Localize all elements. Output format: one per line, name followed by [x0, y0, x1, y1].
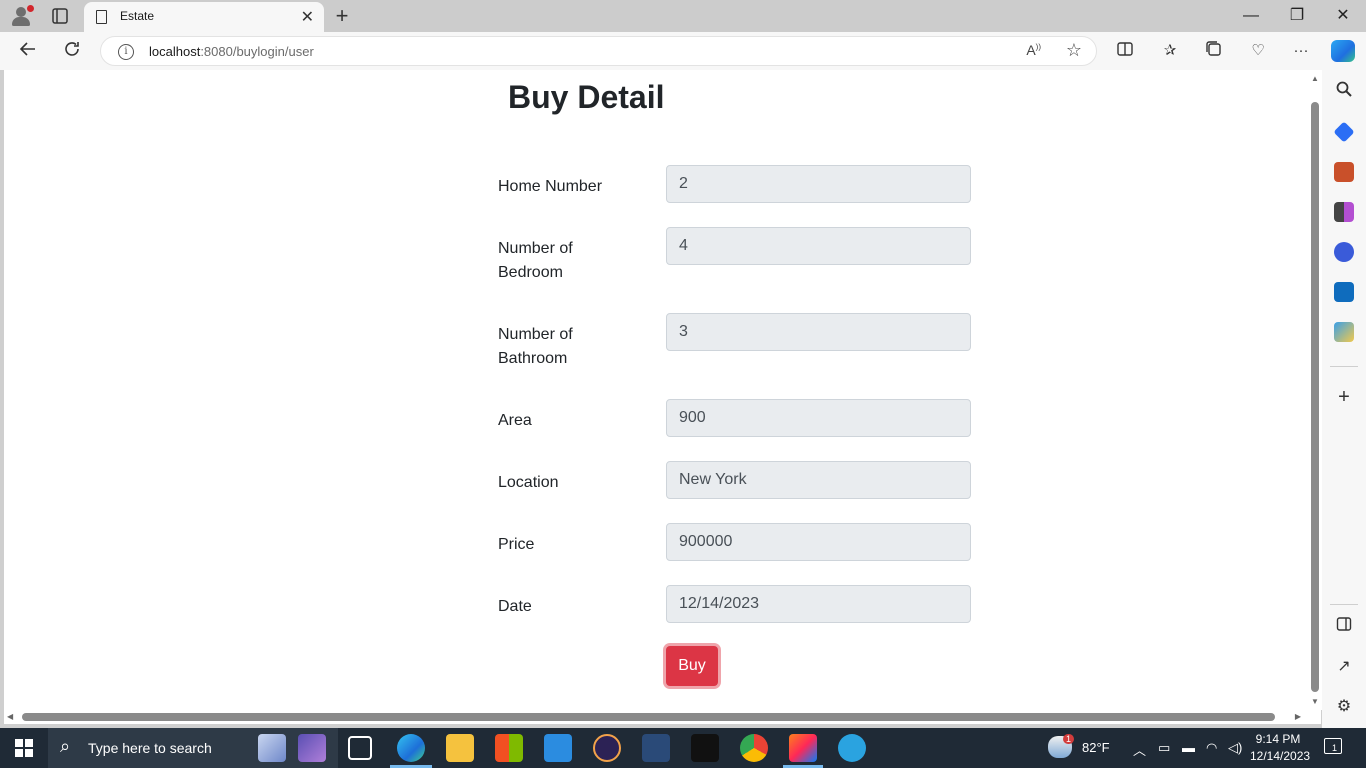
search-highlight-icon[interactable]: [258, 734, 286, 762]
tools-icon[interactable]: [1334, 162, 1354, 182]
chrome-icon[interactable]: [740, 734, 768, 762]
refresh-icon[interactable]: [60, 39, 84, 63]
site-info-icon[interactable]: i: [118, 44, 134, 60]
bathroom-label: Number of Bathroom: [498, 326, 573, 367]
profile-icon[interactable]: [10, 5, 34, 27]
search-icon[interactable]: [1334, 80, 1354, 103]
windows-start-icon[interactable]: [15, 739, 33, 757]
outlook-icon[interactable]: [1334, 282, 1354, 302]
minimize-icon[interactable]: —: [1228, 0, 1274, 32]
battery-icon[interactable]: ▬: [1182, 740, 1195, 755]
clock-date: 12/14/2023: [1250, 749, 1311, 763]
location-label: Location: [498, 474, 559, 491]
vs-code-icon[interactable]: [642, 734, 670, 762]
notification-count: 1: [1332, 743, 1338, 753]
new-tab-icon[interactable]: +: [330, 3, 354, 29]
url-text[interactable]: localhost:8080/buylogin/user: [149, 44, 314, 59]
mail-icon[interactable]: [544, 734, 572, 762]
date-field[interactable]: 12/14/2023: [666, 585, 971, 623]
browser-toolbar: i localhost:8080/buylogin/user A)) ☆ ✰ ♡…: [0, 32, 1366, 70]
close-window-icon[interactable]: ✕: [1320, 0, 1366, 32]
vertical-scroll-thumb[interactable]: [1311, 102, 1319, 692]
favorites-icon[interactable]: ✰: [1159, 40, 1181, 62]
browser-title-bar: Estate ✕ + — ❐ ✕: [0, 0, 1366, 32]
add-icon[interactable]: +: [1334, 386, 1354, 409]
taskbar-search-placeholder: Type here to search: [88, 740, 212, 756]
open-external-icon[interactable]: ↗: [1334, 656, 1354, 676]
scroll-left-icon[interactable]: ◀: [7, 712, 13, 721]
mysql-icon[interactable]: [691, 734, 719, 762]
intellij-icon[interactable]: [789, 734, 817, 762]
eclipse-icon[interactable]: [593, 734, 621, 762]
back-icon[interactable]: [16, 39, 40, 63]
read-aloud-icon[interactable]: A)): [1026, 42, 1041, 58]
tab-estate[interactable]: Estate ✕: [84, 2, 324, 32]
microsoft-store-icon[interactable]: [495, 734, 523, 762]
windows-taskbar: ⌕ Type here to search 1 82°F ︿ ▭ ▬ ◠ ◁) …: [0, 728, 1366, 768]
wifi-icon[interactable]: ◠: [1206, 740, 1217, 756]
notification-icon[interactable]: 1: [1324, 738, 1342, 754]
close-tab-icon[interactable]: ✕: [301, 7, 314, 27]
search-highlight-satellite-icon[interactable]: [298, 734, 326, 762]
horizontal-scroll-thumb[interactable]: [22, 713, 1275, 721]
scroll-right-icon[interactable]: ▶: [1295, 712, 1301, 721]
hide-sidebar-icon[interactable]: [1334, 616, 1354, 637]
games-icon[interactable]: [1334, 202, 1354, 222]
favorite-star-icon[interactable]: ☆: [1066, 40, 1082, 61]
browser-essentials-icon[interactable]: ♡: [1247, 40, 1269, 62]
horizontal-scrollbar[interactable]: ◀ ▶: [4, 710, 1321, 724]
copilot-icon[interactable]: [1331, 40, 1355, 62]
telegram-icon[interactable]: [838, 734, 866, 762]
volume-icon[interactable]: ◁): [1228, 740, 1242, 756]
date-label: Date: [498, 598, 532, 615]
microsoft-365-icon[interactable]: [1334, 242, 1354, 262]
weather-badge: 1: [1063, 734, 1075, 744]
shopping-tag-icon[interactable]: [1333, 121, 1355, 143]
show-hidden-icons-icon[interactable]: ︿: [1133, 740, 1146, 759]
page-title: Buy Detail: [508, 79, 665, 115]
system-clock[interactable]: 9:14 PM 12/14/2023: [1250, 731, 1311, 765]
scroll-up-icon[interactable]: ▲: [1311, 74, 1319, 83]
area-label: Area: [498, 412, 532, 429]
collections-icon[interactable]: [1203, 40, 1225, 62]
more-menu-icon[interactable]: ···: [1290, 40, 1312, 62]
task-view-icon[interactable]: [348, 736, 372, 760]
home-number-label: Home Number: [498, 178, 603, 195]
tab-actions-icon[interactable]: [50, 6, 70, 26]
tab-title: Estate: [120, 9, 155, 23]
taskbar-search[interactable]: ⌕ Type here to search: [48, 728, 338, 768]
price-label: Price: [498, 536, 535, 553]
vertical-scrollbar[interactable]: ▲ ▼: [1308, 70, 1322, 710]
page-content: Buy Detail Home Number 2 Number of Bedro…: [4, 70, 1321, 710]
file-explorer-icon[interactable]: [446, 734, 474, 762]
scroll-down-icon[interactable]: ▼: [1311, 697, 1319, 706]
settings-gear-icon[interactable]: ⚙: [1334, 696, 1354, 716]
bedroom-label: Number of Bedroom: [498, 240, 573, 281]
meet-now-icon[interactable]: ▭: [1158, 740, 1170, 756]
home-number-field[interactable]: 2: [666, 165, 971, 203]
sidebar-divider: [1330, 366, 1358, 367]
address-bar[interactable]: i localhost:8080/buylogin/user A)) ☆: [100, 36, 1097, 66]
page-icon: [96, 10, 107, 24]
bedroom-field[interactable]: 4: [666, 227, 971, 265]
search-icon: ⌕: [60, 736, 71, 756]
split-screen-icon[interactable]: [1114, 40, 1136, 62]
restore-icon[interactable]: ❐: [1274, 0, 1320, 32]
weather-temperature[interactable]: 82°F: [1082, 740, 1110, 755]
bathroom-field[interactable]: 3: [666, 313, 971, 351]
location-field[interactable]: New York: [666, 461, 971, 499]
edge-sidebar: + ↗ ⚙: [1322, 70, 1366, 728]
price-field[interactable]: 900000: [666, 523, 971, 561]
drop-icon[interactable]: [1334, 322, 1354, 342]
buy-button[interactable]: Buy: [666, 646, 718, 686]
sidebar-divider: [1330, 604, 1358, 605]
edge-icon[interactable]: [397, 734, 425, 762]
area-field[interactable]: 900: [666, 399, 971, 437]
clock-time: 9:14 PM: [1255, 732, 1301, 746]
